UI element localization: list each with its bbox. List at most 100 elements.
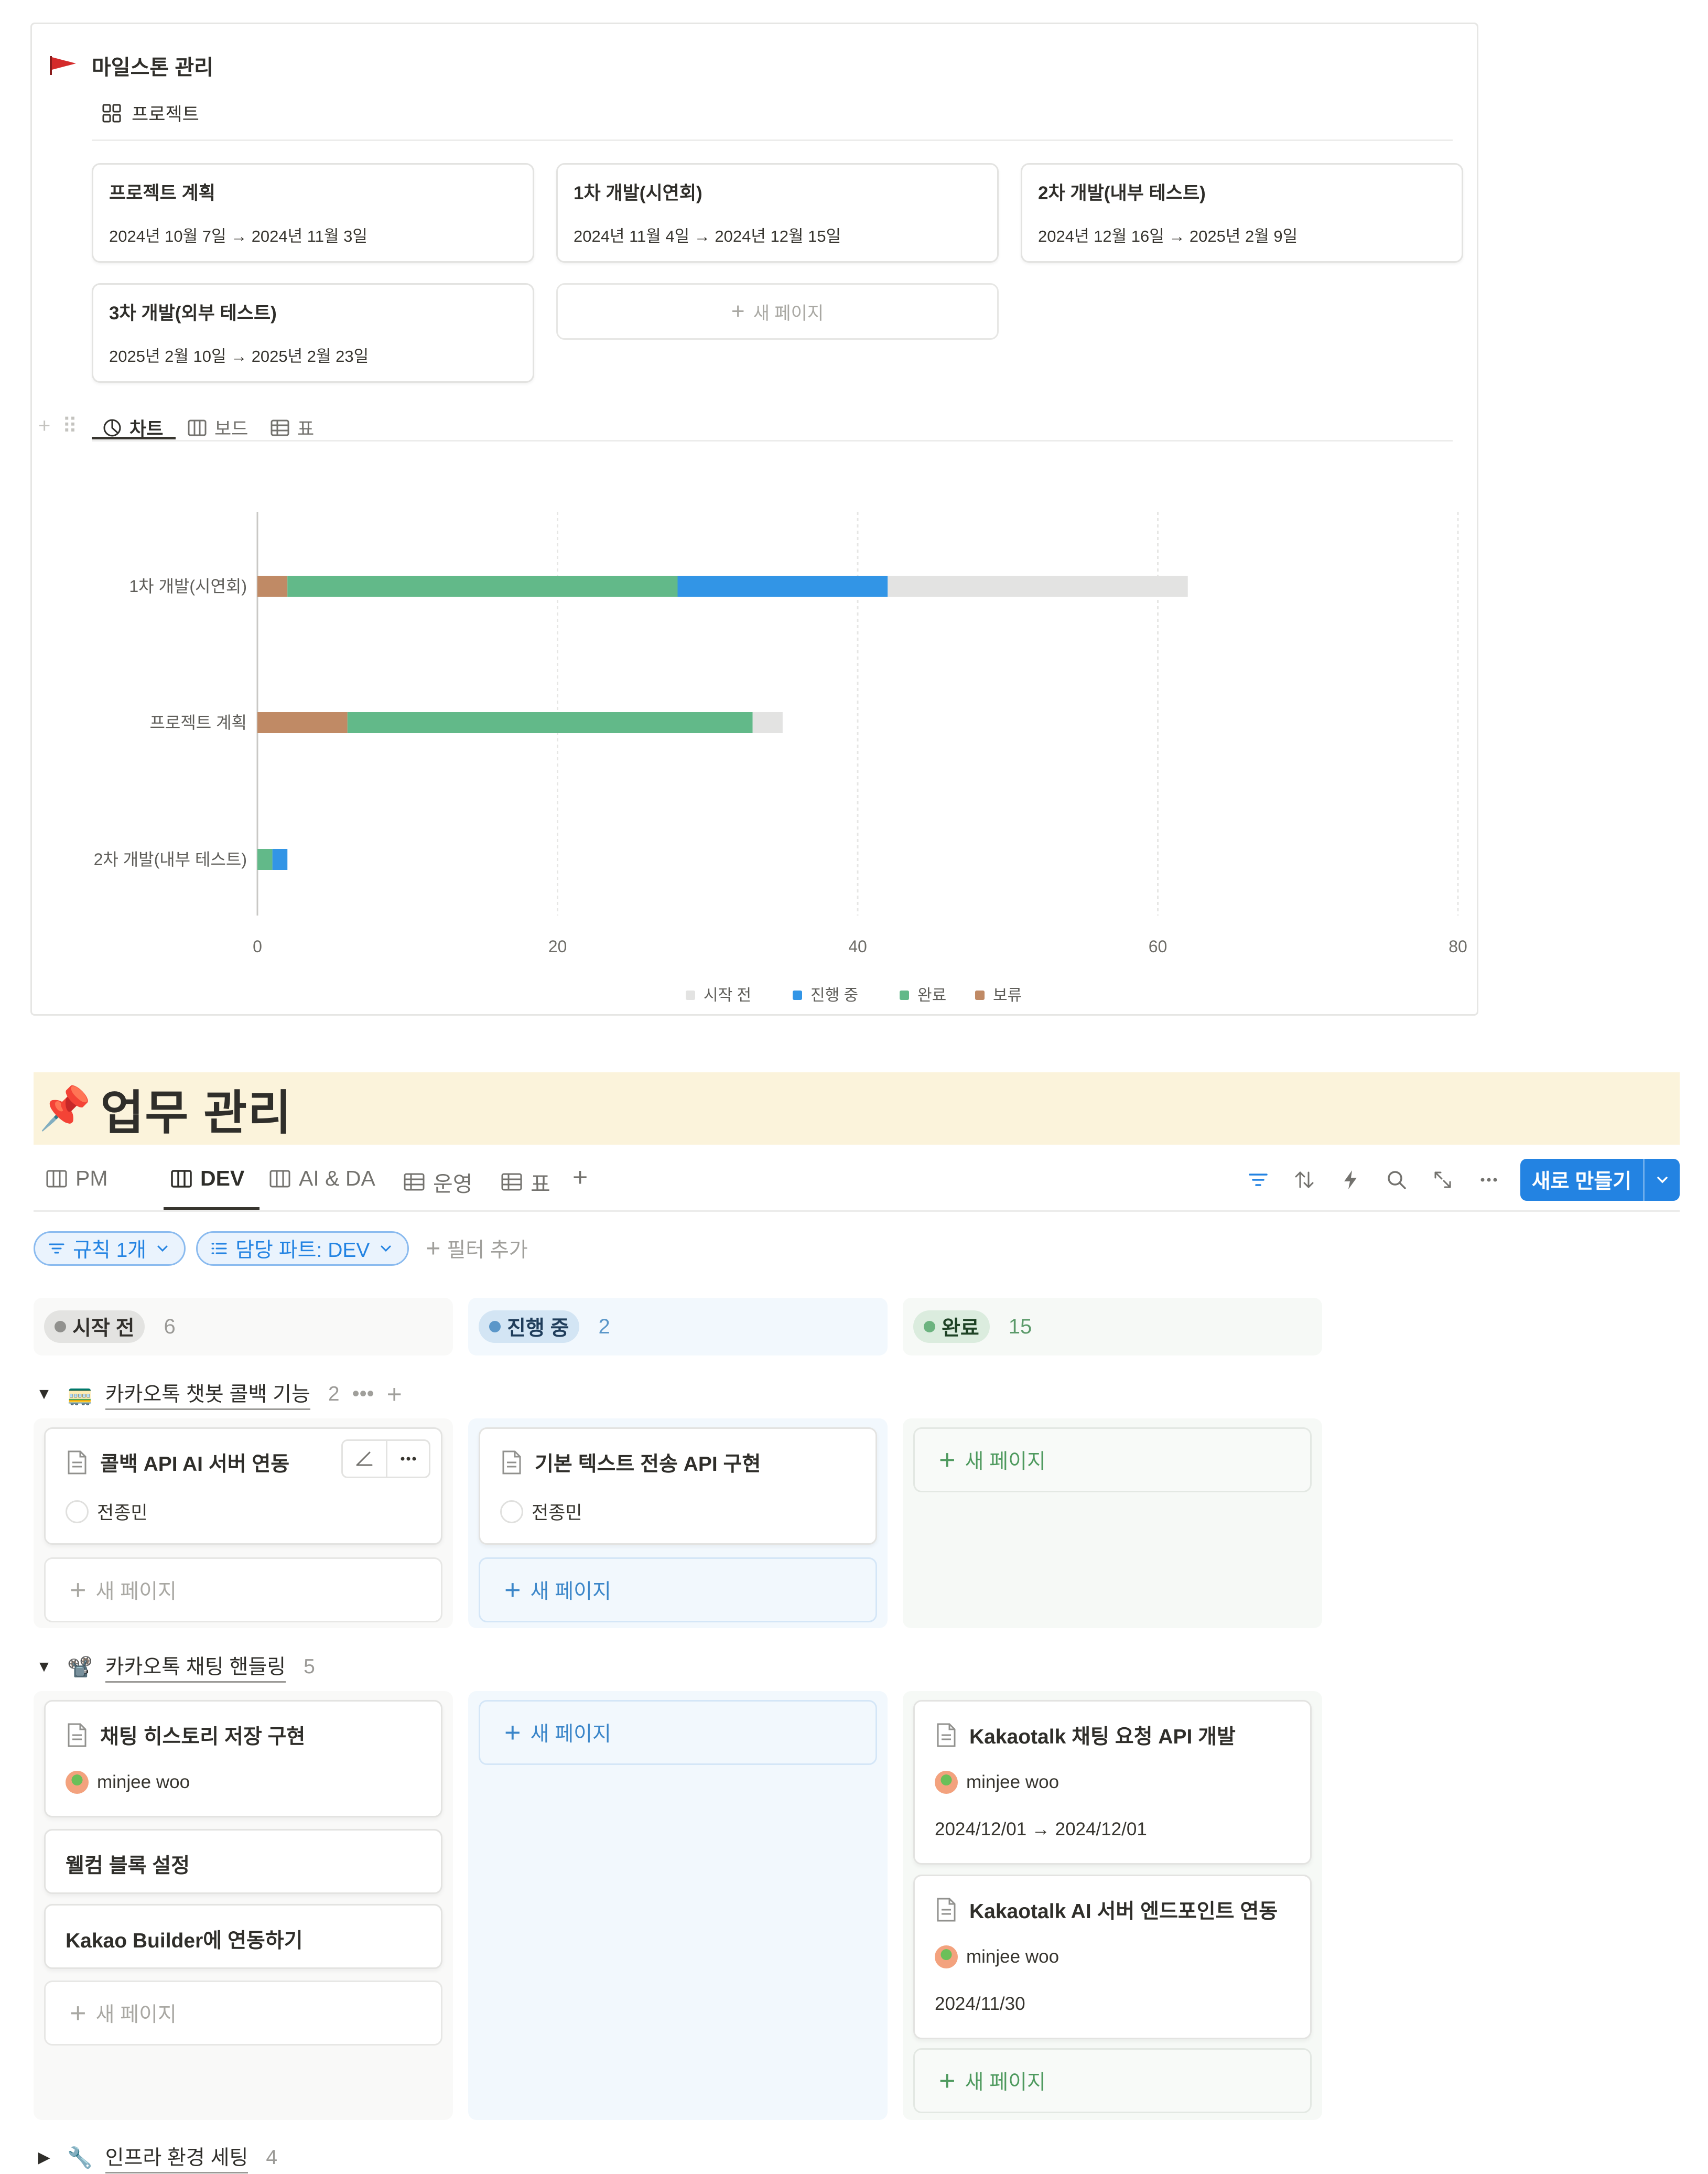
drag-handle-icon[interactable]: ⠿ — [62, 414, 77, 438]
column-header-in-progress[interactable]: 진행 중 2 — [468, 1298, 888, 1355]
search-icon[interactable] — [1374, 1159, 1420, 1201]
more-options-icon[interactable] — [1466, 1159, 1512, 1201]
assignee-name: 전종민 — [532, 1503, 582, 1523]
task-card[interactable]: 웰컴 블록 설정 — [44, 1829, 442, 1894]
card-title-row: Kakaotalk AI 서버 엔드포인트 연동 — [935, 1895, 1278, 1924]
chevron-down-icon — [381, 1245, 391, 1252]
tab-dev[interactable]: DEV — [170, 1166, 244, 1191]
group-header[interactable]: ▼ 🚃 카카오톡 챗봇 콜백 기능 2 ••• + — [34, 1378, 402, 1410]
plus-icon: + — [70, 1997, 87, 2029]
milestone-card[interactable]: 2차 개발(내부 테스트) 2024년 12월 16일 → 2025년 2월 9… — [1021, 163, 1463, 263]
task-card[interactable]: 콜백 API AI 서버 연동 전종민 — [44, 1427, 442, 1545]
assignee: 전종민 — [66, 1498, 148, 1525]
status-badge: 진행 중 — [479, 1310, 580, 1343]
tab-pm[interactable]: PM — [45, 1166, 108, 1191]
card-title-row: Kakaotalk 채팅 요청 API 개발 — [935, 1720, 1236, 1750]
chart-icon — [103, 419, 121, 436]
column-header-todo[interactable]: 시작 전 6 — [34, 1298, 453, 1355]
milestone-new-page-button[interactable]: + 새 페이지 — [556, 283, 999, 340]
bar-segment — [257, 849, 273, 870]
milestone-card[interactable]: 1차 개발(시연회) 2024년 11월 4일 → 2024년 12월 15일 — [556, 163, 999, 263]
new-item-label[interactable]: 새로 만들기 — [1520, 1159, 1643, 1201]
task-card[interactable]: Kakaotalk 채팅 요청 API 개발 minjee woo 2024/1… — [913, 1700, 1312, 1865]
new-page-button[interactable]: + 새 페이지 — [44, 1981, 442, 2046]
new-page-button[interactable]: + 새 페이지 — [479, 1700, 877, 1765]
table-icon — [271, 419, 289, 436]
bar-segment — [257, 576, 288, 597]
card-title-row: 기본 텍스트 전송 API 구현 — [500, 1448, 761, 1477]
add-view-icon[interactable]: + — [572, 1162, 588, 1192]
milestone-view-label: 프로젝트 — [132, 104, 199, 125]
avatar — [66, 1500, 89, 1523]
assignee: minjee woo — [935, 1771, 1059, 1794]
group-header[interactable]: ▼ 📽️ 카카오톡 채팅 핸들링 5 — [34, 1651, 315, 1683]
group-count: 2 — [328, 1382, 340, 1405]
tab-board[interactable]: 보드 — [187, 414, 248, 441]
bar-segment — [888, 576, 1188, 597]
milestone-view-tab[interactable]: 프로젝트 — [101, 100, 199, 126]
table-icon — [501, 1173, 522, 1191]
milestone-view-tabs: + ⠿ 차트 보드 표 — [32, 402, 1477, 454]
task-card[interactable]: 채팅 히스토리 저장 구현 minjee woo — [44, 1700, 442, 1817]
expand-icon[interactable] — [1420, 1159, 1466, 1201]
board-icon — [188, 419, 207, 436]
rule-filter-pill[interactable]: 규칙 1개 — [34, 1231, 186, 1266]
edit-pencil-icon[interactable] — [343, 1441, 386, 1477]
card-title: 채팅 히스토리 저장 구현 — [100, 1726, 306, 1748]
more-options-icon[interactable] — [386, 1441, 429, 1477]
legend-label: 시작 전 — [704, 987, 751, 1004]
group-header[interactable]: ▶ 🔧 인프라 환경 세팅 4 — [34, 2141, 277, 2173]
milestone-card-dates: 2025년 2월 10일 → 2025년 2월 23일 — [109, 347, 369, 365]
x-tick-label: 0 — [253, 937, 262, 956]
new-item-button[interactable]: 새로 만들기 — [1520, 1159, 1680, 1201]
column-header-done[interactable]: 완료 15 — [903, 1298, 1322, 1355]
new-page-button[interactable]: + 새 페이지 — [44, 1557, 442, 1622]
add-block-icon[interactable]: + — [38, 414, 50, 438]
add-filter-button[interactable]: + 필터 추가 — [419, 1234, 527, 1263]
block-handle[interactable]: + ⠿ — [38, 414, 78, 438]
chevron-down-icon[interactable] — [1643, 1159, 1680, 1201]
collapse-triangle-icon[interactable]: ▼ — [34, 1385, 55, 1403]
tab-table[interactable]: 표 — [500, 1166, 550, 1198]
tab-operations[interactable]: 운영 — [403, 1166, 472, 1198]
bar-segment — [257, 712, 348, 733]
sort-icon[interactable] — [1281, 1159, 1327, 1201]
card-title: Kakaotalk 채팅 요청 API 개발 — [969, 1726, 1236, 1748]
card-title: 기본 텍스트 전송 API 구현 — [535, 1453, 761, 1476]
task-card[interactable]: Kakaotalk AI 서버 엔드포인트 연동 minjee woo 2024… — [913, 1875, 1312, 2039]
x-tick-label: 80 — [1448, 937, 1467, 956]
new-page-label: 새 페이지 — [753, 303, 824, 324]
new-page-button[interactable]: + 새 페이지 — [913, 2048, 1312, 2113]
milestone-header: 마일스톤 관리 — [49, 50, 213, 81]
group-name: 카카오톡 챗봇 콜백 기능 — [105, 1378, 310, 1410]
tab-ai-da[interactable]: AI & DA — [268, 1166, 375, 1191]
plus-icon: + — [939, 1444, 956, 1476]
milestone-chart: 0 20 40 60 80 1차 개발(시연회) 프로젝트 계획 2차 개발(내부 테스트) 시… — [94, 512, 1467, 1004]
lane-todo: 채팅 히스토리 저장 구현 minjee woo 웰컴 블록 설정 Kakao … — [34, 1691, 453, 2120]
column-count: 15 — [1008, 1315, 1032, 1338]
collapse-triangle-icon[interactable]: ▼ — [34, 1658, 55, 1676]
part-filter-pill[interactable]: 담당 파트: DEV — [196, 1231, 409, 1266]
tab-table[interactable]: 표 — [270, 414, 314, 441]
milestone-card[interactable]: 프로젝트 계획 2024년 10월 7일 → 2024년 11월 3일 — [92, 163, 534, 263]
new-page-button[interactable]: + 새 페이지 — [479, 1557, 877, 1622]
status-dot — [55, 1321, 66, 1332]
group-name: 인프라 환경 세팅 — [105, 2141, 248, 2173]
new-page-button[interactable]: + 새 페이지 — [913, 1427, 1312, 1492]
filter-icon[interactable] — [1235, 1159, 1281, 1201]
milestone-card[interactable]: 3차 개발(외부 테스트) 2025년 2월 10일 → 2025년 2월 23… — [92, 283, 534, 383]
card-title: 웰컴 블록 설정 — [66, 1855, 190, 1877]
plus-icon[interactable]: + — [387, 1379, 402, 1409]
more-options-icon[interactable]: ••• — [352, 1382, 374, 1406]
legend-swatch — [686, 991, 695, 1000]
automation-lightning-icon[interactable] — [1327, 1159, 1374, 1201]
chevron-down-icon — [157, 1245, 168, 1252]
task-card[interactable]: 기본 텍스트 전송 API 구현 전종민 — [479, 1427, 877, 1545]
milestone-card-title: 2차 개발(내부 테스트) — [1038, 183, 1206, 203]
x-tick-label: 60 — [1149, 937, 1168, 956]
group-count: 5 — [304, 1655, 315, 1678]
expand-triangle-icon[interactable]: ▶ — [34, 2148, 55, 2167]
x-tick-label: 40 — [848, 937, 867, 956]
task-card[interactable]: Kakao Builder에 연동하기 — [44, 1904, 442, 1969]
page-title: 업무 관리 — [100, 1087, 293, 1139]
